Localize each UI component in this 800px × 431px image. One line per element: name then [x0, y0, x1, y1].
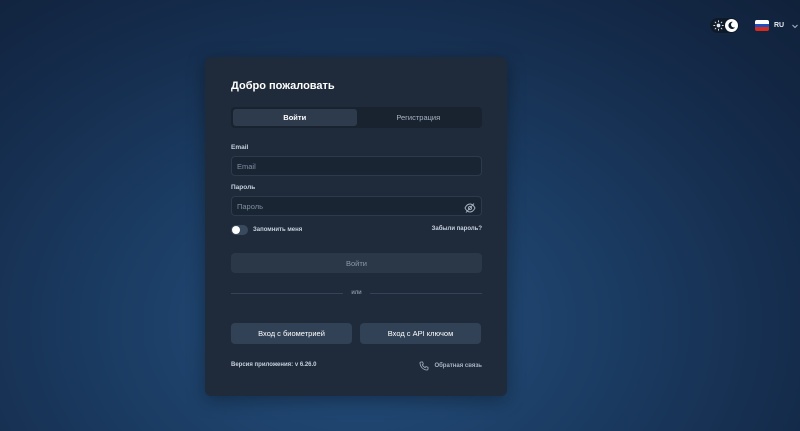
sun-icon [713, 20, 724, 31]
tab-register[interactable]: Регистрация [357, 109, 481, 126]
or-divider: или [231, 289, 482, 297]
divider-line-right [369, 292, 482, 294]
email-label: Email [231, 144, 249, 151]
login-button[interactable]: Войти [231, 253, 482, 273]
auth-tabs: Войти Регистрация [231, 107, 482, 128]
password-field[interactable] [231, 196, 482, 216]
app-version: Версия приложения: v 6.26.0 [231, 362, 317, 368]
language-selector[interactable]: RU [755, 18, 799, 33]
eye-off-icon[interactable] [464, 202, 476, 214]
language-code: RU [774, 22, 785, 29]
login-card: Добро пожаловать Войти Регистрация Email… [205, 57, 507, 396]
toggle-knob [232, 226, 240, 234]
divider-label: или [351, 290, 362, 296]
remember-me-toggle[interactable] [231, 225, 248, 235]
chevron-down-icon [792, 24, 798, 28]
phone-icon [420, 361, 429, 371]
divider-line-left [231, 292, 344, 294]
moon-icon [728, 21, 736, 30]
feedback-label: Обратная связь [434, 363, 482, 369]
password-label: Пароль [231, 184, 256, 191]
api-key-login-button[interactable]: Вход с API ключом [360, 323, 481, 344]
russia-flag-icon [755, 20, 769, 31]
remember-me: Запомнить меня [231, 225, 302, 235]
feedback-link[interactable]: Обратная связь [419, 361, 482, 371]
biometric-login-button[interactable]: Вход с биометрией [231, 323, 352, 344]
moon-toggle-knob [725, 19, 738, 32]
tab-login[interactable]: Войти [233, 109, 357, 126]
remember-me-label: Запомнить меня [253, 227, 303, 233]
email-field[interactable] [231, 156, 482, 176]
card-title: Добро пожаловать [231, 80, 335, 92]
forgot-password-link[interactable]: Забыли пароль? [432, 226, 482, 232]
theme-toggle[interactable] [710, 18, 739, 33]
